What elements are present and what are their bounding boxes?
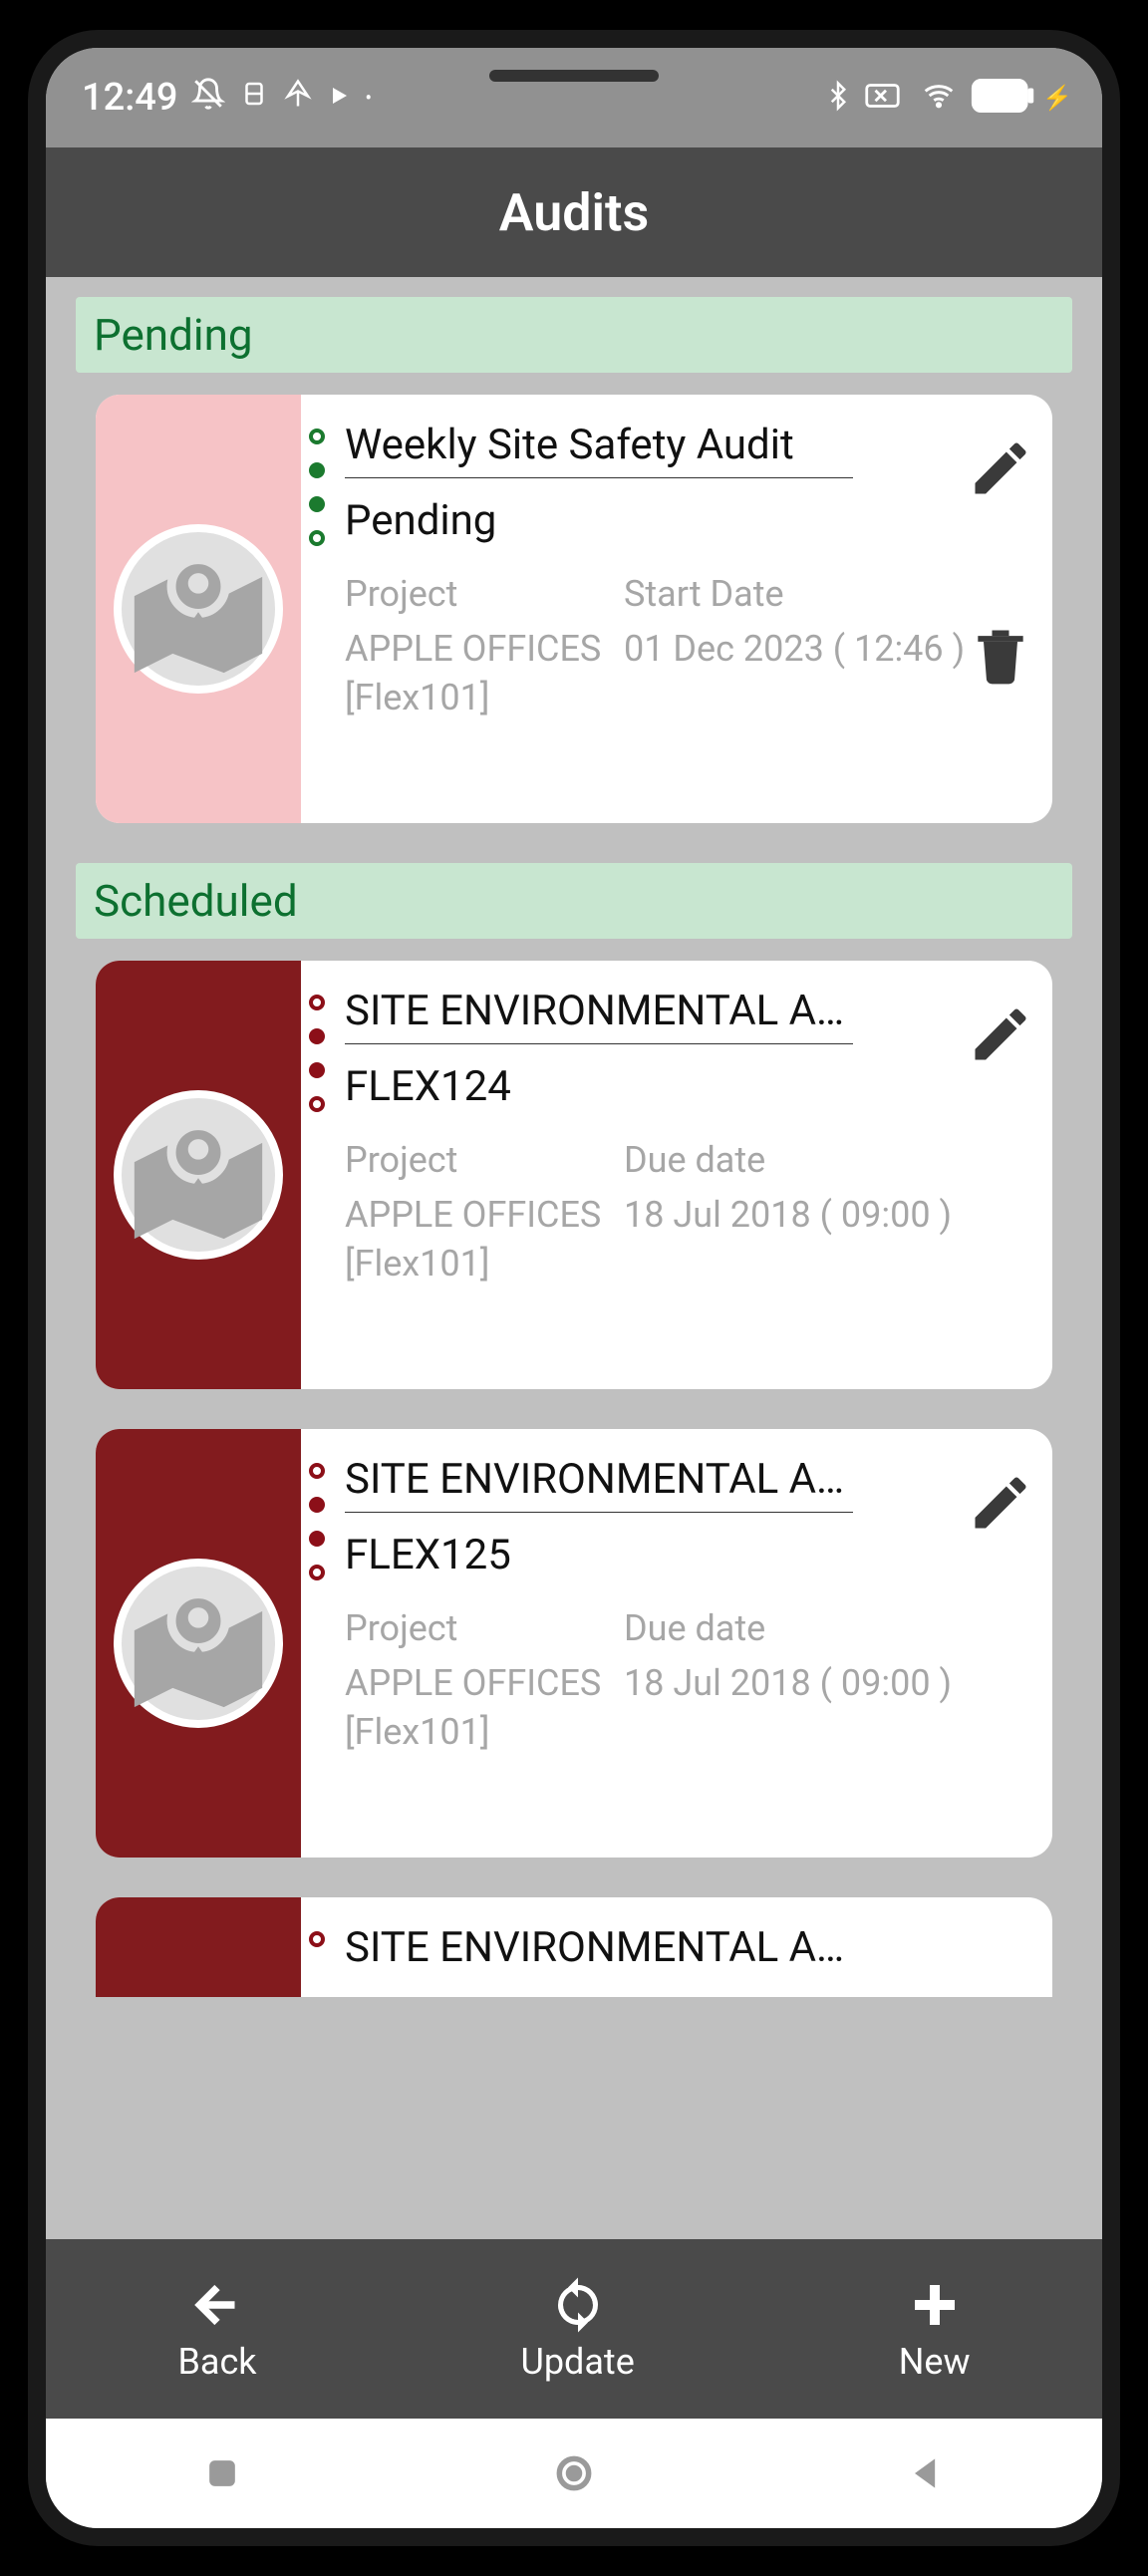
system-recent-button[interactable] [200, 2451, 244, 2495]
audit-ref: FLEX124 [345, 1062, 1030, 1111]
project-heading: Project [345, 573, 614, 615]
status-dots [309, 995, 325, 1112]
audit-card[interactable]: Weekly Site Safety Audit Pending Project… [96, 395, 1052, 823]
map-pin-icon [114, 524, 283, 694]
battery-x-icon [865, 80, 907, 116]
audit-title: Weekly Site Safety Audit [345, 421, 853, 478]
bell-off-icon [191, 77, 225, 119]
map-pin-icon [114, 1559, 283, 1728]
audit-card[interactable]: SITE ENVIRONMENTAL A… [96, 1897, 1052, 1997]
project-heading: Project [345, 1139, 614, 1181]
content-area[interactable]: Pending Weekly Site [46, 277, 1102, 2239]
audit-title: SITE ENVIRONMENTAL A… [345, 987, 853, 1044]
nav-update-button[interactable]: Update [520, 2275, 634, 2383]
system-back-button[interactable] [904, 2451, 948, 2495]
phone-frame: 12:49 • [28, 30, 1120, 2546]
app-icon-2 [283, 79, 313, 117]
audit-title: SITE ENVIRONMENTAL A… [345, 1923, 853, 1980]
map-pin-icon [114, 1090, 283, 1260]
status-dots [309, 429, 325, 546]
card-stripe [96, 1429, 301, 1858]
wifi-icon [919, 80, 959, 116]
app-icon-1 [239, 79, 269, 117]
battery-icon [971, 79, 1036, 117]
nav-back-label: Back [177, 2341, 256, 2383]
date-heading: Due date [624, 1607, 1030, 1649]
system-home-button[interactable] [552, 2451, 596, 2495]
section-title-scheduled: Scheduled [94, 875, 1054, 927]
arrow-left-icon [187, 2275, 247, 2335]
status-time: 12:49 [82, 76, 177, 120]
audit-status: Pending [345, 496, 1030, 545]
edit-icon[interactable] [967, 1001, 1034, 1068]
dot-icon: • [365, 86, 372, 110]
nav-new-button[interactable]: New [899, 2275, 971, 2383]
app-header: Audits [46, 147, 1102, 277]
audit-ref: FLEX125 [345, 1531, 1030, 1579]
page-title: Audits [499, 182, 649, 243]
nav-update-label: Update [520, 2341, 634, 2383]
system-nav [46, 2419, 1102, 2528]
card-stripe [96, 961, 301, 1389]
project-value: APPLE OFFICES [Flex101] [345, 625, 614, 721]
earpiece [489, 70, 659, 82]
charging-icon: ⚡ [1042, 84, 1072, 112]
project-value: APPLE OFFICES [Flex101] [345, 1659, 614, 1756]
plus-icon [905, 2275, 965, 2335]
status-dots [309, 1463, 325, 1580]
status-bar: 12:49 • [46, 48, 1102, 147]
nav-back-button[interactable]: Back [177, 2275, 256, 2383]
status-dots [309, 1931, 325, 1947]
refresh-icon [548, 2275, 608, 2335]
nav-new-label: New [899, 2341, 971, 2383]
date-heading: Due date [624, 1139, 1030, 1181]
bluetooth-icon [823, 78, 853, 118]
edit-icon[interactable] [967, 434, 1034, 502]
edit-icon[interactable] [967, 1469, 1034, 1537]
play-icon [327, 81, 351, 116]
date-value: 18 Jul 2018 ( 09:00 ) [624, 1191, 1030, 1240]
trash-icon[interactable] [967, 622, 1034, 690]
audit-card[interactable]: SITE ENVIRONMENTAL A… FLEX124 Project AP… [96, 961, 1052, 1389]
phone-screen: 12:49 • [46, 48, 1102, 2528]
date-value: 18 Jul 2018 ( 09:00 ) [624, 1659, 1030, 1708]
card-stripe [96, 395, 301, 823]
section-title-pending: Pending [94, 309, 1054, 361]
project-heading: Project [345, 1607, 614, 1649]
audit-title: SITE ENVIRONMENTAL A… [345, 1455, 853, 1513]
section-header-pending: Pending [76, 297, 1072, 373]
bottom-nav: Back Update New [46, 2239, 1102, 2419]
audit-card[interactable]: SITE ENVIRONMENTAL A… FLEX125 Project AP… [96, 1429, 1052, 1858]
section-header-scheduled: Scheduled [76, 863, 1072, 939]
project-value: APPLE OFFICES [Flex101] [345, 1191, 614, 1288]
card-stripe [96, 1897, 301, 1997]
